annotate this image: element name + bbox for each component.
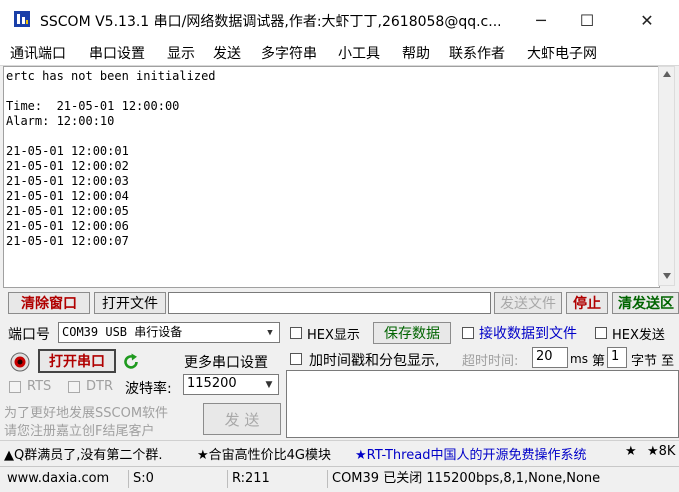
scroll-up-icon[interactable]: [662, 70, 672, 78]
refresh-icon[interactable]: [121, 352, 141, 372]
chevron-down-icon: ▼: [267, 327, 273, 338]
hex-display-checkbox[interactable]: [290, 327, 302, 339]
menu-comm-port[interactable]: 通讯端口: [10, 43, 66, 63]
promo-line-1: 为了更好地发展SSCOM软件: [4, 406, 169, 421]
clear-window-button[interactable]: 清除窗口: [8, 292, 90, 314]
timeout-unit: ms: [570, 352, 588, 366]
send-button[interactable]: 发 送: [203, 403, 281, 435]
maximize-icon: ☐: [579, 10, 595, 30]
close-button[interactable]: ✕: [624, 0, 670, 40]
menu-daxia-website[interactable]: 大虾电子网: [527, 43, 597, 63]
recv-to-file-checkbox[interactable]: [462, 327, 474, 339]
status-sent-count: S:0: [128, 470, 154, 488]
status-port-state: COM39 已关闭 115200bps,8,1,None,None: [327, 470, 600, 488]
ticker-item[interactable]: ★8K: [647, 444, 675, 459]
status-website[interactable]: www.daxia.com: [3, 470, 109, 488]
app-icon: [14, 11, 30, 27]
menu-send[interactable]: 发送: [213, 43, 241, 63]
timeout-input[interactable]: 20: [532, 347, 568, 368]
menu-multi-string[interactable]: 多字符串: [261, 43, 317, 63]
receive-line: 21-05-01 12:00:06: [6, 219, 129, 233]
menu-help[interactable]: 帮助: [402, 43, 430, 63]
rts-checkbox[interactable]: [9, 381, 21, 393]
rts-label: RTS: [27, 379, 52, 394]
receive-line: 21-05-01 12:00:05: [6, 204, 129, 218]
close-icon: ✕: [640, 10, 654, 30]
open-file-button[interactable]: 打开文件: [94, 292, 166, 314]
hex-display-label: HEX显示: [307, 328, 360, 343]
ticker-item[interactable]: ★RT-Thread中国人的开源免费操作系统: [355, 444, 586, 463]
nth-label: 第: [592, 354, 606, 369]
receive-line: 21-05-01 12:00:07: [6, 234, 129, 248]
receive-line: Time: 21-05-01 12:00:00: [6, 99, 180, 113]
receive-text-area[interactable]: ertc has not been initialized Time: 21-0…: [3, 66, 660, 288]
ad-ticker: ▲Q群满员了,没有第二个群. ★合宙高性价比4G模块 ★RT-Thread中国人…: [0, 440, 679, 465]
nth-byte-input[interactable]: 1: [607, 347, 627, 368]
maximize-button[interactable]: ☐: [564, 0, 610, 40]
status-bar: www.daxia.com S:0 R:211 COM39 已关闭 115200…: [0, 466, 679, 492]
receive-line: Alarm: 12:00:10: [6, 114, 115, 128]
title-bar: SSCOM V5.13.1 串口/网络数据调试器,作者:大虾丁丁,2618058…: [0, 0, 679, 40]
port-select[interactable]: COM39 USB 串行设备 ▼: [58, 322, 280, 343]
more-port-settings-link[interactable]: 更多串口设置: [184, 352, 268, 372]
port-status-icon: [10, 352, 30, 372]
stop-button[interactable]: 停止: [566, 292, 608, 314]
open-port-button[interactable]: 打开串口: [38, 349, 116, 373]
menu-serial-settings[interactable]: 串口设置: [89, 43, 145, 63]
minimize-icon: ─: [536, 10, 546, 30]
byte-range-label: 字节 至: [631, 354, 675, 369]
receive-line: 21-05-01 12:00:04: [6, 189, 129, 203]
chevron-down-icon: ▼: [265, 379, 273, 390]
timestamp-checkbox[interactable]: [290, 353, 302, 365]
file-path-input[interactable]: [168, 292, 491, 314]
dtr-label: DTR: [86, 379, 113, 394]
receive-line: ertc has not been initialized: [6, 69, 216, 83]
receive-line: 21-05-01 12:00:02: [6, 159, 129, 173]
hex-send-label: HEX发送: [612, 328, 665, 343]
receive-line: 21-05-01 12:00:01: [6, 144, 129, 158]
clear-send-area-button[interactable]: 清发送区: [612, 292, 679, 314]
receive-line: 21-05-01 12:00:03: [6, 174, 129, 188]
hex-send-checkbox[interactable]: [595, 327, 607, 339]
save-data-button[interactable]: 保存数据: [373, 322, 451, 344]
baud-rate-label: 波特率:: [125, 381, 172, 397]
receive-scrollbar[interactable]: [658, 66, 675, 286]
port-label: 端口号: [8, 327, 50, 343]
scroll-down-icon[interactable]: [662, 272, 672, 280]
menu-bar: 通讯端口 串口设置 显示 发送 多字符串 小工具 帮助 联系作者 大虾电子网: [0, 40, 679, 66]
baud-rate-select[interactable]: 115200 ▼: [183, 374, 279, 395]
ticker-item[interactable]: ★合宙高性价比4G模块: [197, 444, 331, 463]
window-title: SSCOM V5.13.1 串口/网络数据调试器,作者:大虾丁丁,2618058…: [40, 14, 500, 30]
ticker-item[interactable]: ★: [625, 444, 637, 459]
promo-line-2: 请您注册嘉立创F结尾客户: [4, 424, 155, 439]
timeout-label: 超时时间:: [462, 354, 519, 369]
port-select-value: COM39 USB 串行设备: [62, 325, 183, 339]
baud-rate-value: 115200: [187, 376, 237, 391]
timestamp-label: 加时间戳和分包显示,: [309, 353, 440, 369]
menu-tools[interactable]: 小工具: [338, 43, 380, 63]
recv-to-file-label: 接收数据到文件: [479, 326, 577, 342]
send-file-button[interactable]: 发送文件: [494, 292, 562, 314]
ticker-item[interactable]: ▲Q群满员了,没有第二个群.: [4, 444, 163, 463]
dtr-checkbox[interactable]: [68, 381, 80, 393]
menu-contact-author[interactable]: 联系作者: [449, 43, 505, 63]
send-text-area[interactable]: [286, 370, 679, 438]
menu-display[interactable]: 显示: [167, 43, 195, 63]
status-received-count: R:211: [227, 470, 270, 488]
minimize-button[interactable]: ─: [518, 0, 564, 40]
